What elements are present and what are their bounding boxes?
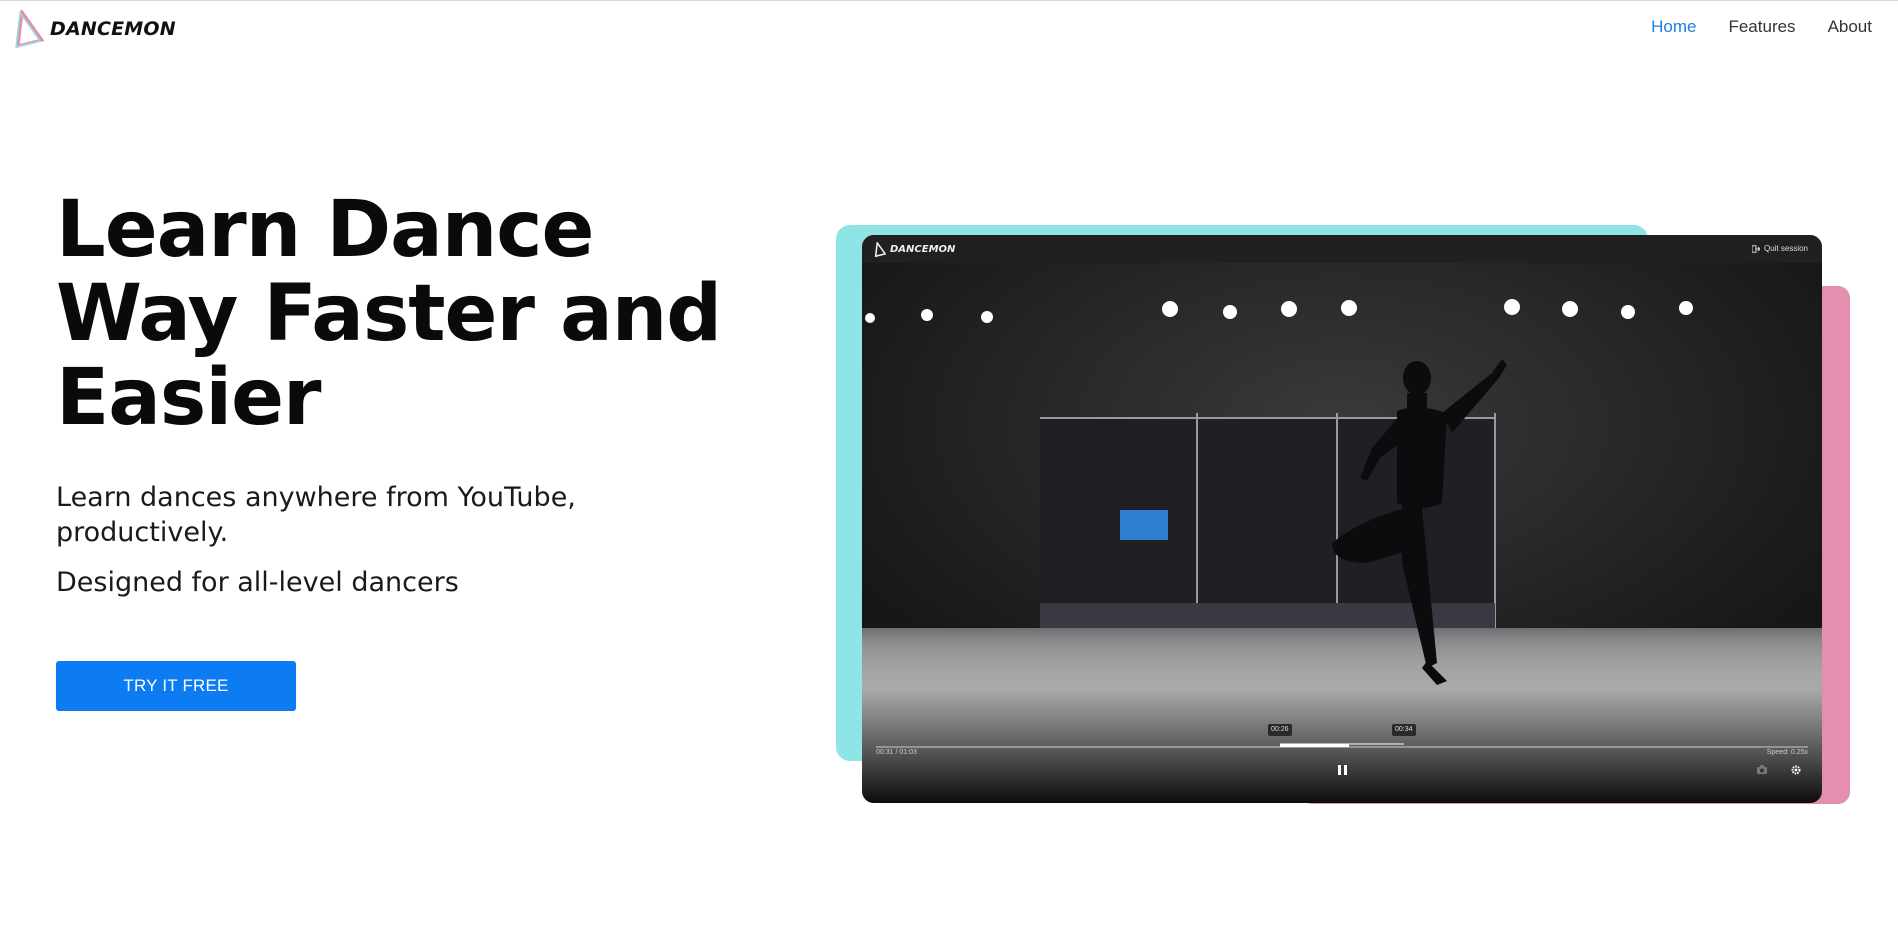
quit-session-label: Quit session [1763, 244, 1808, 253]
brand-name: DANCEMON [50, 18, 176, 40]
app-preview-player: DANCEMON Quit session 00:26 00:34 00:31 … [862, 235, 1822, 803]
hero-title-line: Easier [56, 353, 321, 443]
camera-icon [1757, 765, 1767, 774]
loop-progress [1280, 744, 1349, 747]
nav-about[interactable]: About [1828, 17, 1872, 37]
player-brand-name: DANCEMON [890, 244, 956, 255]
dancemon-logo-icon [874, 242, 886, 257]
brand-logo[interactable]: DANCEMON [14, 9, 176, 49]
pause-icon [1338, 765, 1347, 775]
settings-button[interactable] [1791, 765, 1801, 778]
main-nav: Home Features About [1651, 17, 1872, 37]
dance-video-image [862, 263, 1822, 803]
loop-start-badge[interactable]: 00:26 [1268, 724, 1292, 736]
loop-end-badge[interactable]: 00:34 [1392, 724, 1416, 736]
site-header: DANCEMON Home Features About [0, 0, 1898, 58]
hero-subtitle: Learn dances anywhere from YouTube, prod… [56, 482, 576, 548]
quit-session-button[interactable]: Quit session [1751, 244, 1808, 253]
hero-subtitle-levels: Designed for all-level dancers [56, 567, 459, 598]
player-brand-logo: DANCEMON [874, 242, 955, 257]
dancemon-logo-icon [15, 10, 44, 48]
player-top-bar: DANCEMON Quit session [862, 235, 1822, 263]
time-display: 00:31 / 01:03 [876, 749, 917, 756]
pause-button[interactable] [1338, 765, 1347, 778]
hero-title-line: Way Faster and [56, 269, 722, 359]
video-frame[interactable] [862, 263, 1822, 803]
hero-title-line: Learn Dance [56, 185, 594, 275]
speed-display[interactable]: Speed: 0.25x [1767, 749, 1808, 756]
nav-features[interactable]: Features [1728, 17, 1795, 37]
camera-button[interactable] [1757, 765, 1767, 777]
nav-home[interactable]: Home [1651, 17, 1696, 37]
hero-title: Learn Dance Way Faster and Easier [56, 188, 756, 440]
exit-icon [1751, 244, 1760, 253]
gear-icon [1791, 765, 1801, 775]
try-it-free-button[interactable]: TRY IT FREE [56, 661, 296, 711]
